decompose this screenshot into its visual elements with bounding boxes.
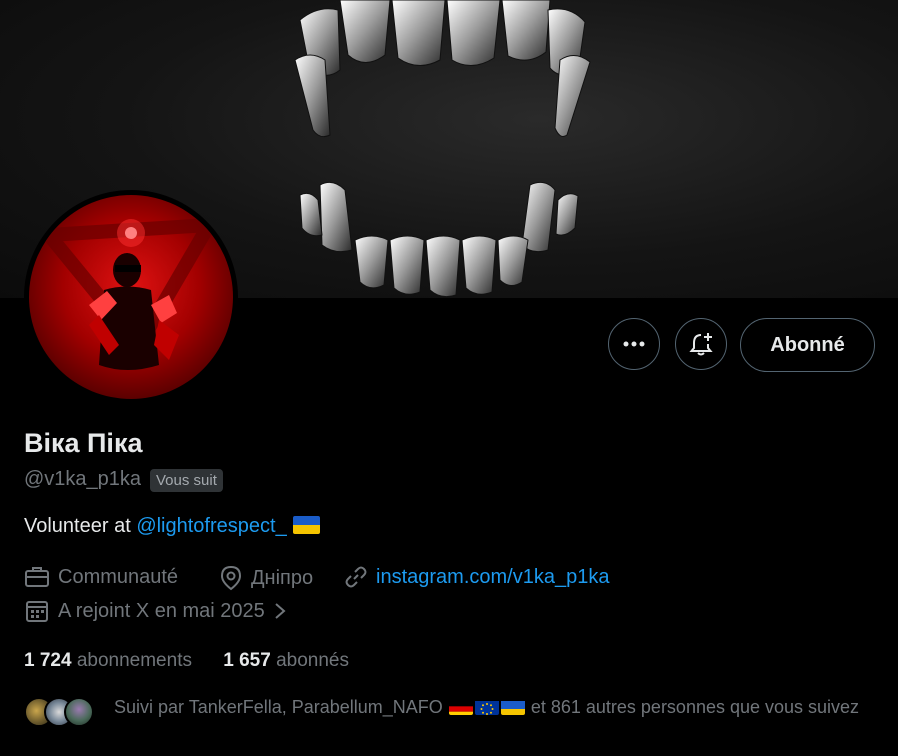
bio-text: Volunteer at xyxy=(24,515,137,537)
follow-stats: 1 724 abonnements 1 657 abonnés xyxy=(24,650,349,672)
profile-website: instagram.com/v1ka_p1ka xyxy=(344,565,609,589)
category-label: Communauté xyxy=(58,565,179,588)
germany-flag-icon xyxy=(448,699,473,715)
ukraine-flag-icon xyxy=(293,516,321,534)
joined-label: A rejoint X en mai 2025 xyxy=(58,599,265,622)
followers-label: abonnés xyxy=(276,650,349,671)
bell-plus-icon xyxy=(689,333,713,356)
link-icon xyxy=(345,566,367,588)
profile-joined[interactable]: A rejoint X en mai 2025 xyxy=(24,599,297,623)
avatar-image xyxy=(29,195,233,399)
bio-mention-link[interactable]: @lightofrespect_ xyxy=(136,515,286,537)
website-link[interactable]: instagram.com/v1ka_p1ka xyxy=(376,566,609,589)
location-pin-icon xyxy=(220,565,242,591)
followers-count: 1 657 xyxy=(223,650,271,671)
follows-you-badge: Vous suit xyxy=(150,469,223,492)
calendar-icon xyxy=(26,601,48,622)
following-label: abonnements xyxy=(76,650,192,671)
location-label: Дніпро xyxy=(251,566,314,589)
more-dots-icon xyxy=(623,341,645,347)
display-name: Віка Піка xyxy=(24,428,143,458)
follower-avatar[interactable] xyxy=(64,697,94,727)
followed-by-suffix: et 861 autres personnes que vous suivez xyxy=(530,697,860,717)
bio: Volunteer at @lightofrespect_ xyxy=(24,515,321,538)
following-button[interactable]: Abonné xyxy=(740,318,875,372)
handle: @v1ka_p1ka xyxy=(24,468,142,490)
avatar[interactable] xyxy=(24,190,238,404)
profile-category: Communauté xyxy=(24,565,178,589)
followed-by-text[interactable]: Suivi par TankerFella, Parabellum_NAFO e… xyxy=(114,695,874,719)
ukraine-flag-icon xyxy=(500,699,525,715)
more-options-button[interactable] xyxy=(608,318,660,370)
eu-flag-icon xyxy=(474,699,499,715)
following-stat[interactable]: 1 724 abonnements xyxy=(24,650,192,671)
profile-location: Дніпро xyxy=(219,565,313,591)
chevron-right-icon xyxy=(275,603,286,619)
followers-stat[interactable]: 1 657 abonnés xyxy=(223,650,349,671)
notifications-button[interactable] xyxy=(675,318,727,370)
following-count: 1 724 xyxy=(24,650,72,671)
followed-by-prefix: Suivi par TankerFella, Parabellum_NAFO xyxy=(114,697,443,717)
briefcase-icon xyxy=(25,567,49,587)
